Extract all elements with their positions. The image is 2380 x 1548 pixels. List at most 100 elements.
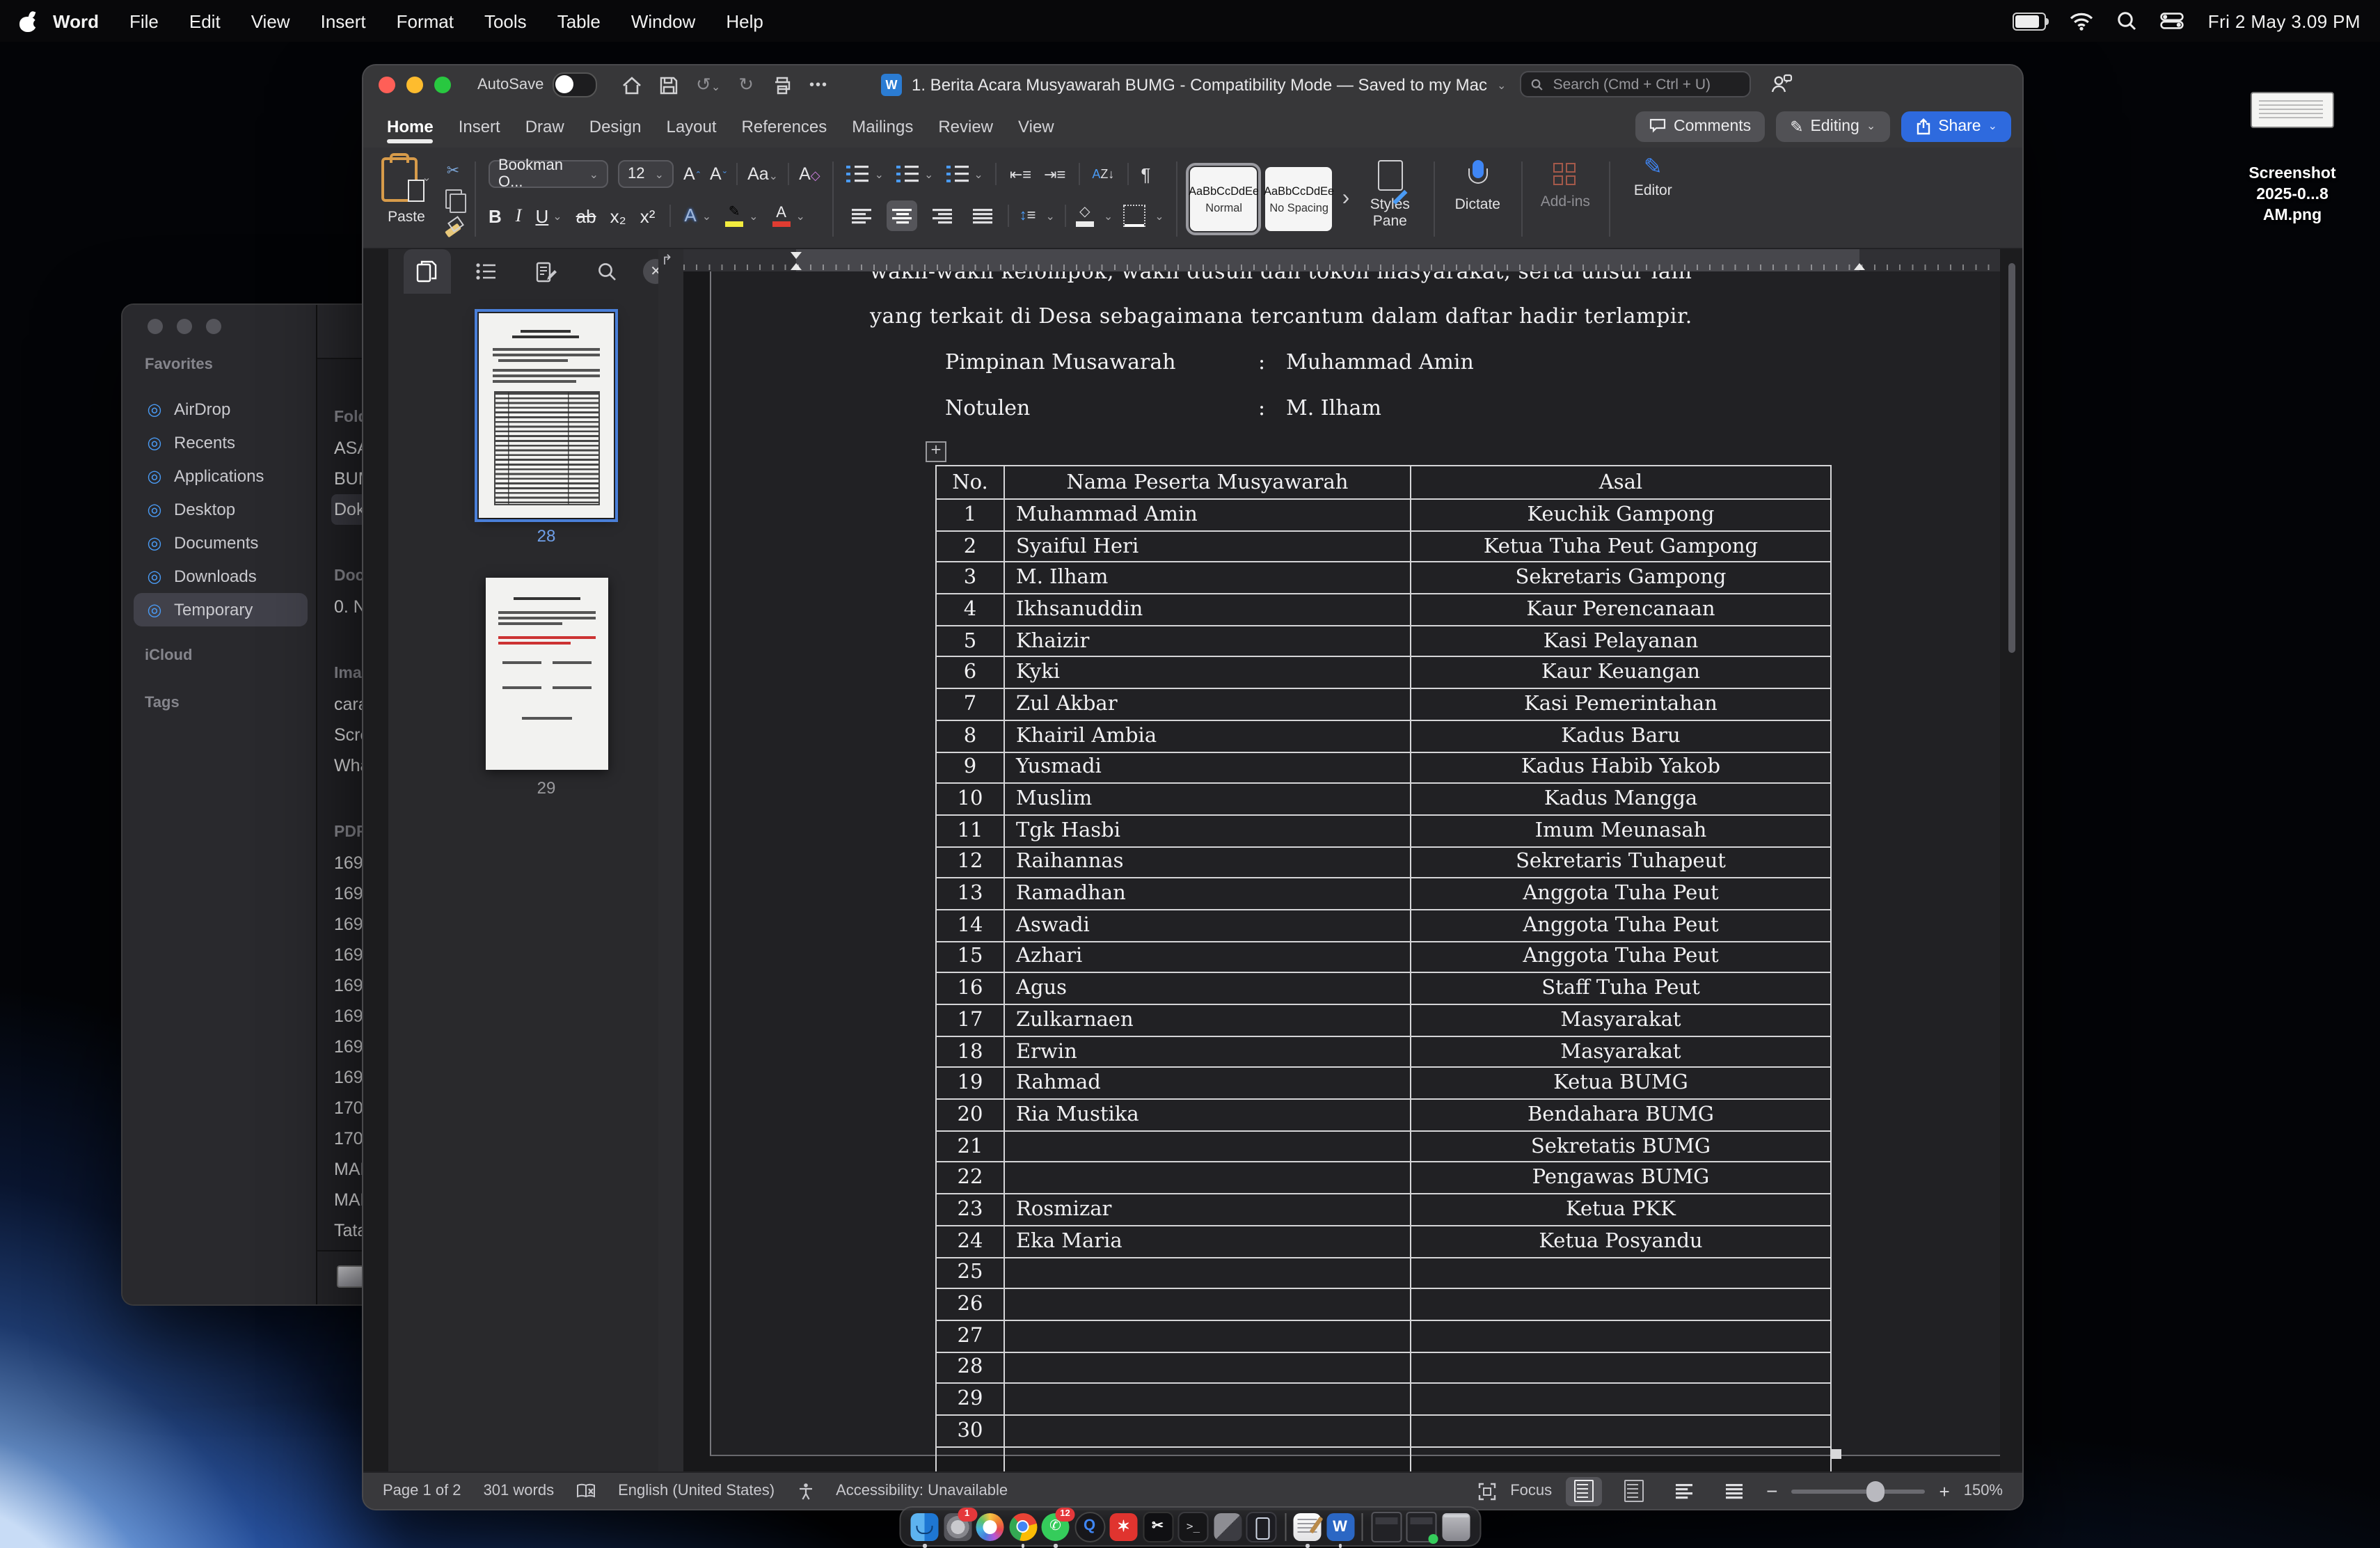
word-dock-icon[interactable]: W [1326,1513,1354,1540]
focus-icon[interactable] [1478,1482,1496,1500]
table-row[interactable]: 21 Sekretatis BUMG [936,1131,1831,1162]
clear-formatting-icon[interactable]: A◇ [799,164,820,184]
table-row[interactable] [936,1446,1831,1471]
numbering-icon[interactable] [896,166,919,182]
menu-item[interactable]: Help [711,0,779,42]
text-effects-icon[interactable]: A [684,209,696,223]
menu-item[interactable]: View [236,0,306,42]
share-button[interactable]: Share⌄ [1901,111,2011,141]
styles-pane-button[interactable]: Styles Pane [1359,153,1420,245]
line-spacing-icon[interactable]: ↕≡ [1020,207,1036,224]
horizontal-ruler[interactable] [683,249,2000,271]
vertical-ruler[interactable]: ↱ [658,249,685,1471]
zoom-out-icon[interactable]: − [1766,1480,1777,1502]
right-indent-marker[interactable] [1854,263,1865,270]
textedit-dock-icon[interactable] [1294,1513,1322,1540]
addins-button[interactable]: Add-ins [1534,153,1596,245]
table-row[interactable]: 9 Yusmadi Kadus Habib Yakob [936,752,1831,783]
capcut-dock-icon[interactable]: ✂ [1143,1511,1173,1542]
ribbon-tab[interactable]: Home [374,104,446,148]
table-row[interactable]: 18 Erwin Masyarakat [936,1036,1831,1067]
page-thumbnail-29[interactable]: 29 [486,578,608,770]
ribbon-tab[interactable]: Review [926,104,1006,148]
outline-view-icon[interactable] [1666,1476,1702,1506]
shrink-font-icon[interactable]: Aˇ [710,164,727,184]
table-row[interactable]: 23 Rosmizar Ketua PKK [936,1194,1831,1225]
superscript-button[interactable]: x² [640,205,656,226]
attendance-table[interactable]: No. Nama Peserta Musyawarah Asal 1 Muham… [935,465,1832,1471]
decrease-indent-icon[interactable]: ⇤≡ [1010,165,1031,183]
close-button[interactable] [379,77,395,93]
finder-sidebar-item[interactable]: ◎ Temporary [134,593,308,626]
menu-item[interactable]: Format [381,0,469,42]
underline-button[interactable]: U [535,205,548,226]
finder-sidebar-item[interactable]: ◎ Downloads [134,560,308,593]
style-card[interactable]: AaBbCcDdEe Normal [1191,167,1258,231]
photos-dock-icon[interactable] [976,1513,1004,1540]
ribbon-tab[interactable]: Mailings [839,104,926,148]
cut-scissors-icon[interactable]: ✂ [444,160,462,180]
table-row[interactable]: 11 Tgk Hasbi Imum Meunasah [936,815,1831,846]
finder-sidebar-item[interactable]: ◎ Desktop [134,493,308,526]
styles-gallery-expand-icon[interactable]: › [1342,153,1350,245]
table-row[interactable]: 24 Eka Maria Ketua Posyandu [936,1226,1831,1257]
title-chevron-down-icon[interactable]: ⌄ [1497,79,1506,91]
menubar-clock[interactable]: Fri 2 May 3.09 PM [2208,10,2361,31]
grow-font-icon[interactable]: Aˆ [683,164,700,184]
search-input[interactable] [1550,74,1740,94]
screenshot-tile-dock-icon[interactable] [1214,1513,1241,1540]
autosave-toggle[interactable] [552,72,596,97]
chrome-dock-icon[interactable] [1009,1513,1037,1540]
table-move-handle-icon[interactable]: + [926,441,946,462]
table-row[interactable]: 12 Raihannas Sekretaris Tuhapeut [936,846,1831,878]
ribbon-tab[interactable]: View [1006,104,1067,148]
change-case-icon[interactable]: Aa⌄ [747,164,778,184]
iphone-mirroring-dock-icon[interactable] [1246,1511,1277,1542]
trash-dock-icon[interactable] [1442,1513,1470,1540]
table-row[interactable]: 6 Kyki Kaur Keuangan [936,657,1831,688]
finder-sidebar-item[interactable]: ◎ Recents [134,426,308,459]
menu-item[interactable]: Insert [306,0,381,42]
web-layout-icon[interactable] [1616,1476,1652,1506]
paste-button[interactable]: ⌄ Paste [377,153,436,245]
draft-view-icon[interactable] [1716,1476,1752,1506]
ribbon-tab[interactable]: Draw [513,104,577,148]
table-row[interactable]: 25 [936,1257,1831,1288]
screenshot-thumbnail[interactable] [2251,92,2334,128]
comments-button[interactable]: Comments [1636,111,1765,141]
align-left-button[interactable] [847,200,878,231]
zoom-in-icon[interactable]: + [1939,1480,1950,1501]
menu-item[interactable]: File [114,0,174,42]
menu-item[interactable]: Tools [469,0,542,42]
font-color-icon[interactable]: A [772,205,791,226]
font-size-select[interactable]: 12⌄ [618,160,674,188]
zoom-level[interactable]: 150% [1964,1483,2003,1499]
battery-icon[interactable] [2013,12,2047,30]
zoom-slider[interactable] [1792,1489,1926,1493]
vertical-scrollbar[interactable] [2008,263,2015,653]
menu-item[interactable]: Word [38,0,114,42]
quicktime-dock-icon[interactable]: Q [1074,1511,1105,1542]
minimized-whatsapp-window-preview[interactable] [1406,1511,1437,1542]
table-row[interactable]: 13 Ramadhan Anggota Tuha Peut [936,878,1831,910]
page-indicator[interactable]: Page 1 of 2 [383,1483,461,1499]
red-app-dock-icon[interactable]: ✶ [1110,1513,1138,1540]
pilcrow-icon[interactable]: ¶ [1141,164,1150,184]
word-count[interactable]: 301 words [484,1483,555,1499]
justify-button[interactable] [968,200,999,231]
hanging-indent-marker[interactable] [791,263,802,270]
thumbnails-tab-icon[interactable] [403,249,450,294]
table-row[interactable]: 2 Syaiful Heri Ketua Tuha Peut Gampong [936,530,1831,562]
finder-dock-icon[interactable] [911,1513,939,1540]
highlight-color-icon[interactable]: ✎ [725,205,743,226]
home-icon[interactable] [622,76,642,94]
whatsapp-dock-icon[interactable]: ✆12 [1042,1513,1070,1540]
settings-dock-icon[interactable]: 1 [944,1513,971,1540]
copy-icon[interactable] [444,189,462,208]
ribbon-tab[interactable]: References [729,104,840,148]
first-line-indent-marker[interactable] [791,252,802,259]
increase-indent-icon[interactable]: ⇥≡ [1044,165,1065,183]
table-row[interactable]: 10 Muslim Kadus Mangga [936,783,1831,814]
ribbon-tab[interactable]: Insert [446,104,513,148]
table-row[interactable]: 20 Ria Mustika Bendahara BUMG [936,1099,1831,1130]
